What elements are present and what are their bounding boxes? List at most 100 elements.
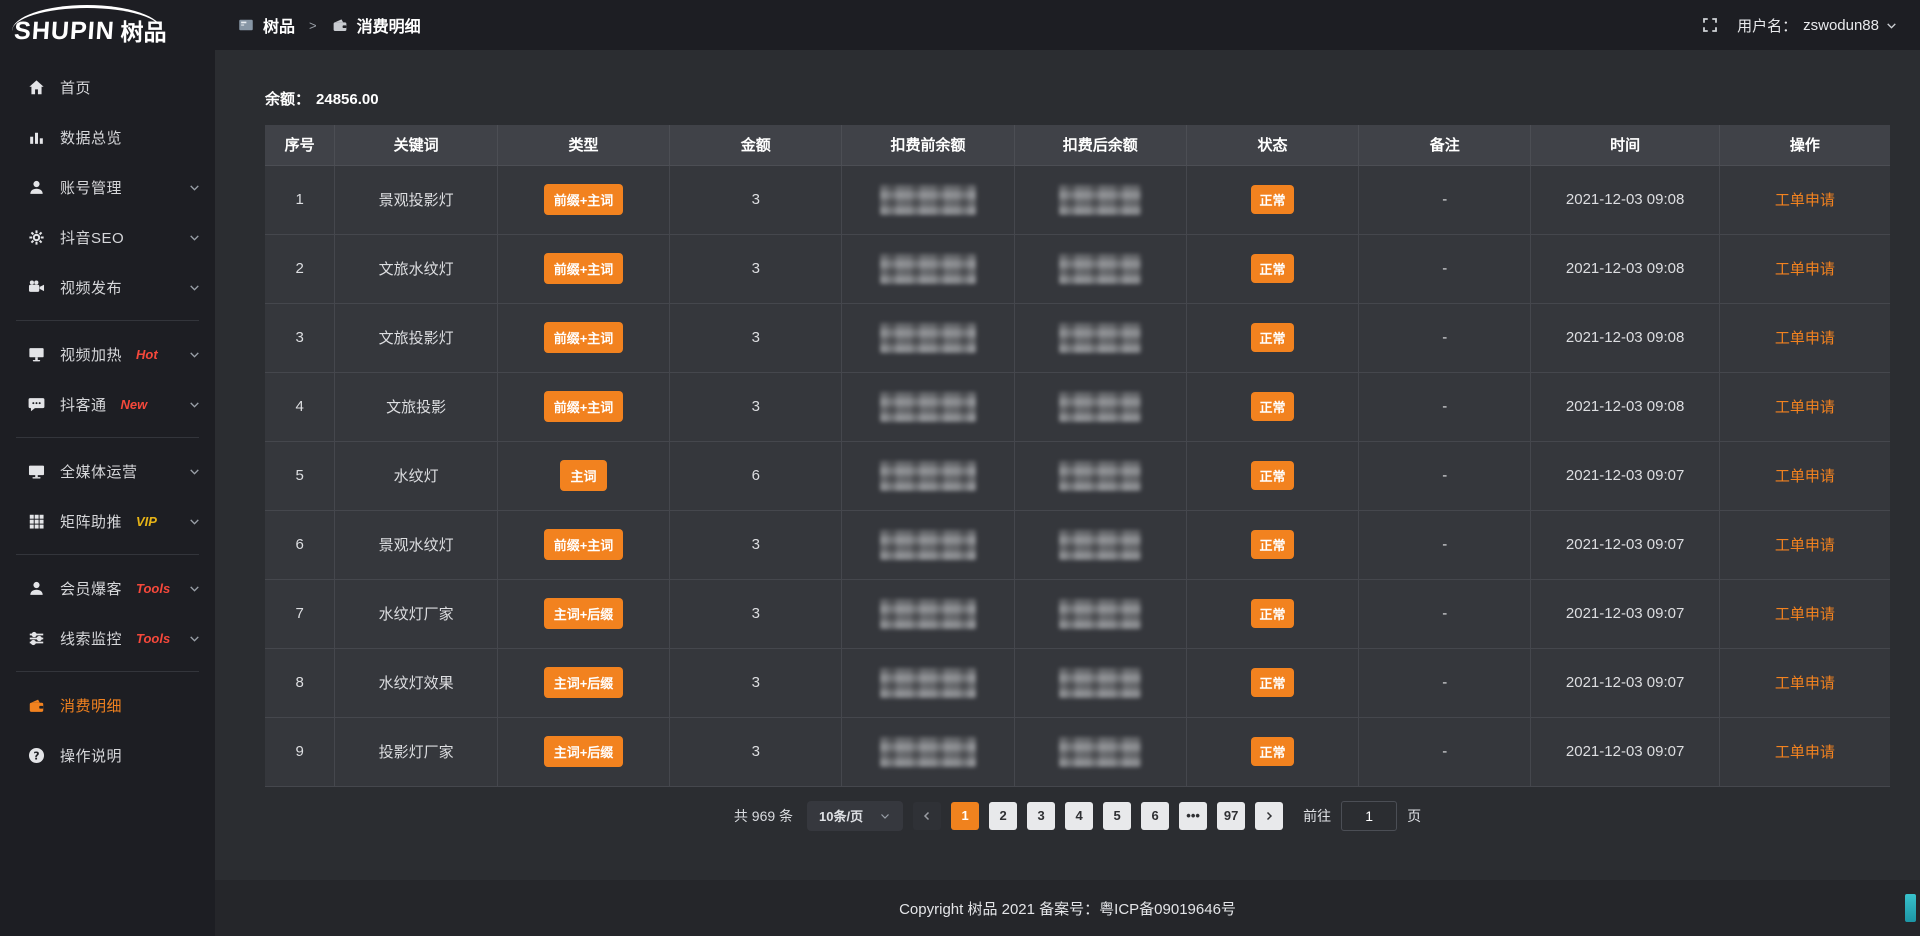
censored-value bbox=[880, 737, 976, 767]
cell-amount: 6 bbox=[670, 441, 842, 510]
censored-value bbox=[880, 530, 976, 560]
sidebar-item-badge: Hot bbox=[136, 347, 158, 362]
work-order-link[interactable]: 工单申请 bbox=[1775, 537, 1835, 554]
sidebar-item-2[interactable]: 账号管理 bbox=[0, 162, 215, 212]
sidebar-item-label: 矩阵助推 bbox=[60, 511, 122, 532]
table-row: 9投影灯厂家主词+后缀3正常-2021-12-03 09:07工单申请 bbox=[265, 717, 1890, 786]
cell-time: 2021-12-03 09:08 bbox=[1531, 372, 1720, 441]
cell-balance-before bbox=[842, 717, 1014, 786]
pagination-prev-button[interactable] bbox=[913, 802, 941, 830]
sidebar-item-label: 视频发布 bbox=[60, 277, 122, 298]
cell-type: 前缀+主词 bbox=[497, 372, 669, 441]
cell-index: 1 bbox=[265, 165, 335, 234]
breadcrumb: 树品 > 消费明细 bbox=[237, 13, 421, 37]
sidebar-item-label: 首页 bbox=[60, 77, 91, 98]
work-order-link[interactable]: 工单申请 bbox=[1775, 744, 1835, 761]
sidebar-item-5[interactable]: 视频加热 Hot bbox=[0, 329, 215, 379]
cell-type: 前缀+主词 bbox=[497, 510, 669, 579]
cell-status: 正常 bbox=[1186, 303, 1358, 372]
pagination-page-3[interactable]: 3 bbox=[1027, 802, 1055, 830]
sidebar-item-7[interactable]: 全媒体运营 bbox=[0, 446, 215, 496]
cell-keyword: 景观水纹灯 bbox=[335, 510, 498, 579]
chevron-down-icon bbox=[188, 398, 201, 411]
sidebar-item-label: 线索监控 bbox=[60, 628, 122, 649]
bar-chart-icon bbox=[26, 127, 46, 147]
sidebar-item-10[interactable]: 线索监控Tools bbox=[0, 613, 215, 663]
censored-value bbox=[1059, 668, 1141, 698]
work-order-link[interactable]: 工单申请 bbox=[1775, 192, 1835, 209]
chevron-down-icon bbox=[879, 810, 891, 822]
fullscreen-icon[interactable] bbox=[1701, 16, 1719, 34]
cell-status: 正常 bbox=[1186, 648, 1358, 717]
table-row: 2文旅水纹灯前缀+主词3正常-2021-12-03 09:08工单申请 bbox=[265, 234, 1890, 303]
work-order-link[interactable]: 工单申请 bbox=[1775, 399, 1835, 416]
cell-action: 工单申请 bbox=[1719, 165, 1890, 234]
user-menu[interactable]: 用户名： zswodun88 bbox=[1737, 15, 1898, 36]
sidebar-item-3[interactable]: 抖音SEO bbox=[0, 212, 215, 262]
cell-action: 工单申请 bbox=[1719, 303, 1890, 372]
sidebar-item-6[interactable]: 抖客通New bbox=[0, 379, 215, 429]
cell-amount: 3 bbox=[670, 372, 842, 441]
sidebar-item-11[interactable]: 消费明细 bbox=[0, 680, 215, 730]
video-camera-icon bbox=[26, 277, 46, 297]
monitor-icon bbox=[26, 461, 46, 481]
work-order-link[interactable]: 工单申请 bbox=[1775, 261, 1835, 278]
cell-status: 正常 bbox=[1186, 510, 1358, 579]
censored-value bbox=[1059, 185, 1141, 215]
sidebar-item-4[interactable]: 视频发布 bbox=[0, 262, 215, 312]
sidebar-item-1[interactable]: 数据总览 bbox=[0, 112, 215, 162]
cell-index: 6 bbox=[265, 510, 335, 579]
work-order-link[interactable]: 工单申请 bbox=[1775, 468, 1835, 485]
page-size-select[interactable]: 10条/页 bbox=[807, 801, 903, 831]
chevron-down-icon bbox=[188, 348, 201, 361]
cell-note: - bbox=[1359, 441, 1531, 510]
cell-note: - bbox=[1359, 717, 1531, 786]
sidebar-item-9[interactable]: 会员爆客Tools bbox=[0, 563, 215, 613]
sidebar-item-12[interactable]: ?操作说明 bbox=[0, 730, 215, 780]
status-badge: 正常 bbox=[1251, 737, 1293, 766]
chat-icon bbox=[26, 394, 46, 414]
pagination-page-1[interactable]: 1 bbox=[951, 802, 979, 830]
sidebar-item-0[interactable]: 首页 bbox=[0, 62, 215, 112]
sliders-icon bbox=[26, 628, 46, 648]
breadcrumb-item-home[interactable]: 树品 bbox=[263, 13, 295, 37]
work-order-link[interactable]: 工单申请 bbox=[1775, 675, 1835, 692]
censored-value bbox=[1059, 737, 1141, 767]
cell-status: 正常 bbox=[1186, 165, 1358, 234]
cell-note: - bbox=[1359, 579, 1531, 648]
cell-keyword: 文旅投影 bbox=[335, 372, 498, 441]
cell-note: - bbox=[1359, 165, 1531, 234]
cell-index: 3 bbox=[265, 303, 335, 372]
censored-value bbox=[880, 254, 976, 284]
cell-balance-before bbox=[842, 510, 1014, 579]
pagination-next-button[interactable] bbox=[1255, 802, 1283, 830]
cell-status: 正常 bbox=[1186, 372, 1358, 441]
sidebar-item-label: 消费明细 bbox=[60, 695, 122, 716]
cell-type: 前缀+主词 bbox=[497, 165, 669, 234]
pagination-ellipsis[interactable]: ••• bbox=[1179, 802, 1207, 830]
cell-balance-after bbox=[1014, 372, 1186, 441]
cell-type: 主词+后缀 bbox=[497, 579, 669, 648]
sidebar-item-8[interactable]: 矩阵助推VIP bbox=[0, 496, 215, 546]
cell-balance-before bbox=[842, 648, 1014, 717]
goto-label: 前往 bbox=[1303, 806, 1331, 826]
status-badge: 正常 bbox=[1251, 461, 1293, 490]
work-order-link[interactable]: 工单申请 bbox=[1775, 330, 1835, 347]
pagination-page-97[interactable]: 97 bbox=[1217, 802, 1245, 830]
cell-action: 工单申请 bbox=[1719, 234, 1890, 303]
col-header-status: 状态 bbox=[1186, 125, 1358, 165]
cell-status: 正常 bbox=[1186, 234, 1358, 303]
cell-time: 2021-12-03 09:07 bbox=[1531, 441, 1720, 510]
pagination-page-6[interactable]: 6 bbox=[1141, 802, 1169, 830]
pagination-page-2[interactable]: 2 bbox=[989, 802, 1017, 830]
pagination-page-4[interactable]: 4 bbox=[1065, 802, 1093, 830]
cell-balance-after bbox=[1014, 648, 1186, 717]
work-order-link[interactable]: 工单申请 bbox=[1775, 606, 1835, 623]
sidebar-item-label: 视频加热 bbox=[60, 344, 122, 365]
window-icon bbox=[237, 16, 255, 34]
goto-page-input[interactable] bbox=[1341, 801, 1397, 831]
pagination-page-5[interactable]: 5 bbox=[1103, 802, 1131, 830]
table-row: 7水纹灯厂家主词+后缀3正常-2021-12-03 09:07工单申请 bbox=[265, 579, 1890, 648]
floating-widget[interactable] bbox=[1905, 894, 1916, 922]
cell-action: 工单申请 bbox=[1719, 441, 1890, 510]
